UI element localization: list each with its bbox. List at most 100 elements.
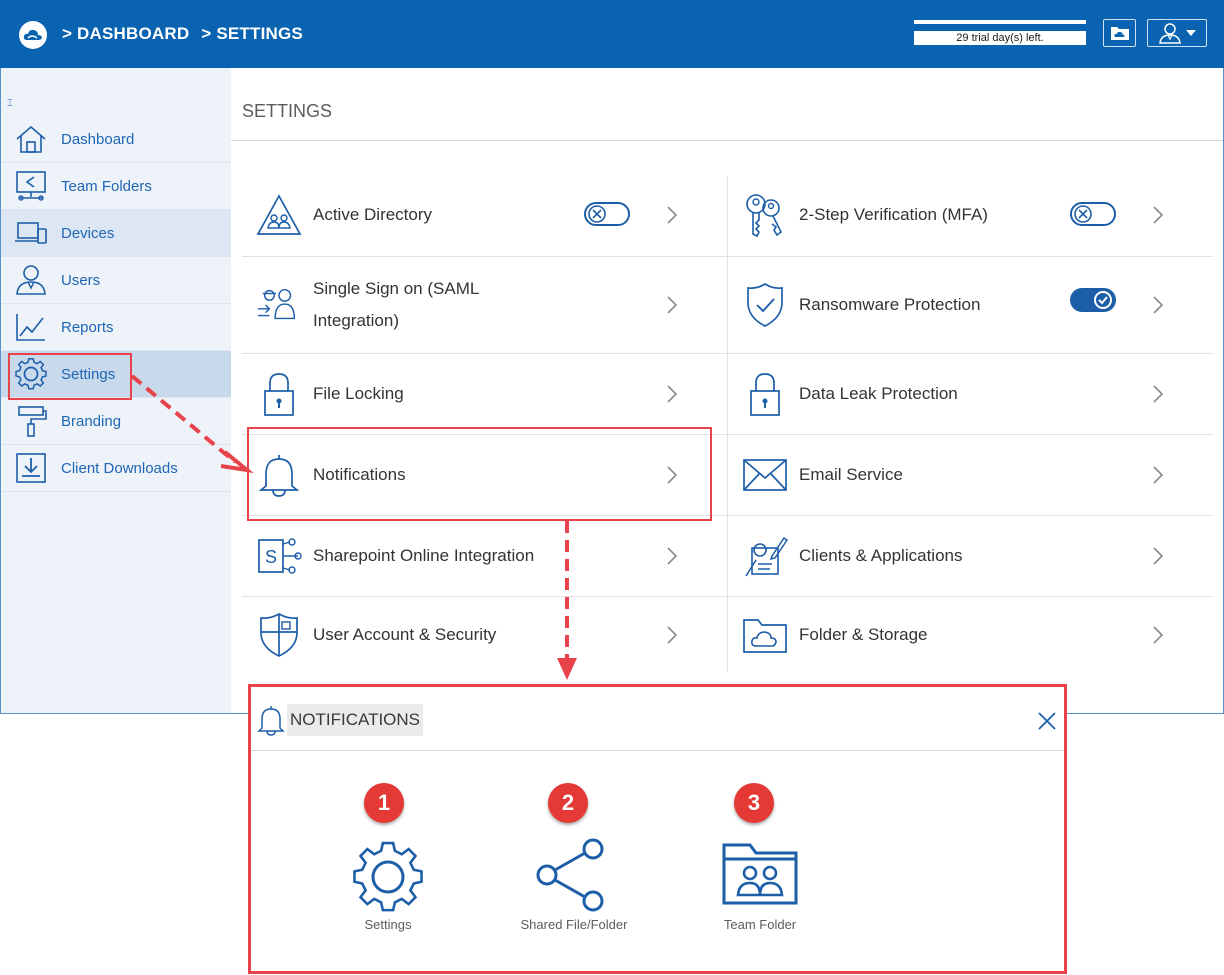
lock-icon xyxy=(264,373,294,416)
card-label: Folder & Storage xyxy=(799,625,928,644)
sidebar-item-label: Devices xyxy=(61,224,115,242)
row-divider xyxy=(242,256,727,257)
chevron-right-icon xyxy=(1153,626,1164,644)
shield-check-icon xyxy=(747,282,783,327)
row-divider xyxy=(728,256,1213,257)
shield-icon xyxy=(260,613,298,657)
step-badge: 2 xyxy=(548,783,588,823)
clients-apps-icon xyxy=(745,536,788,577)
card-label: File Locking xyxy=(313,384,404,403)
active-directory-toggle[interactable] xyxy=(584,202,630,226)
gear-icon xyxy=(353,841,423,912)
notification-item-label: Team Folder xyxy=(723,917,797,932)
settings-card-file-locking[interactable]: File Locking xyxy=(242,359,727,429)
page-title: SETTINGS xyxy=(242,101,333,121)
folder-button[interactable] xyxy=(1103,19,1136,47)
sidebar-item-label: Users xyxy=(61,271,101,289)
chevron-right-icon xyxy=(667,626,678,644)
top-bar: > DASHBOARD > SETTINGS 29 trial day(s) l… xyxy=(0,0,1224,68)
card-label-line2: Integration) xyxy=(313,311,399,330)
card-label: Email Service xyxy=(799,465,903,484)
notifications-panel-header: NOTIFICATIONS xyxy=(251,687,1064,751)
notification-item-shared-file-folder[interactable]: 2 Shared File/Folder xyxy=(489,783,659,943)
share-icon xyxy=(536,838,604,912)
step-badge: 1 xyxy=(364,783,404,823)
chevron-right-icon xyxy=(1153,466,1164,484)
settings-card-sharepoint[interactable]: S Sharepoint Online Integration xyxy=(242,521,727,591)
paint-roller-icon xyxy=(18,406,47,437)
sharepoint-icon: S xyxy=(258,538,302,574)
card-label: Sharepoint Online Integration xyxy=(313,546,535,565)
sidebar-item-branding[interactable]: Branding xyxy=(1,398,231,445)
download-icon xyxy=(16,453,46,483)
cloud-folder-icon xyxy=(743,619,787,653)
mfa-toggle[interactable] xyxy=(1070,202,1116,226)
settings-card-user-account-security[interactable]: User Account & Security xyxy=(242,600,727,670)
reports-chart-icon xyxy=(16,314,45,341)
chevron-right-icon xyxy=(667,296,678,314)
close-icon[interactable] xyxy=(1037,711,1057,731)
trial-days-text: 29 trial day(s) left. xyxy=(914,31,1086,45)
row-divider xyxy=(242,596,727,597)
step-badge: 3 xyxy=(734,783,774,823)
lock-icon xyxy=(750,373,780,416)
settings-card-email-service[interactable]: Email Service xyxy=(728,440,1213,510)
users-icon xyxy=(16,265,46,295)
devices-icon xyxy=(15,222,47,244)
sidebar-item-devices[interactable]: Devices xyxy=(1,210,231,257)
sso-users-icon xyxy=(257,288,296,320)
breadcrumb: > DASHBOARD > SETTINGS xyxy=(62,24,310,44)
active-directory-icon xyxy=(256,194,302,235)
app-logo-icon[interactable] xyxy=(19,21,47,49)
toggle-on-check-icon xyxy=(1094,291,1112,309)
sidebar-item-dashboard[interactable]: Dashboard xyxy=(1,116,231,163)
user-icon xyxy=(1159,23,1181,44)
notification-item-settings[interactable]: 1 Settings xyxy=(303,783,473,943)
sidebar-item-users[interactable]: Users xyxy=(1,257,231,304)
notifications-highlight-box xyxy=(247,427,712,521)
chevron-right-icon xyxy=(667,206,678,224)
sidebar-item-client-downloads[interactable]: Client Downloads xyxy=(1,445,231,492)
team-folder-share-icon xyxy=(16,171,46,201)
notifications-panel-title: NOTIFICATIONS xyxy=(287,704,424,736)
sidebar-item-reports[interactable]: Reports xyxy=(1,304,231,351)
user-menu-button[interactable] xyxy=(1147,19,1207,47)
settings-card-data-leak-protection[interactable]: Data Leak Protection xyxy=(728,359,1213,429)
breadcrumb-dashboard[interactable]: > DASHBOARD xyxy=(62,24,189,43)
settings-card-2fa[interactable]: 2-Step Verification (MFA) xyxy=(728,180,1213,250)
caret-down-icon xyxy=(1186,30,1196,36)
sidebar-item-label: Branding xyxy=(61,412,122,430)
sidebar-collapse-icon[interactable]: ⌶ xyxy=(7,98,13,109)
trial-progress-bar xyxy=(914,20,1086,24)
settings-card-sso[interactable]: Single Sign on (SAML Integration) xyxy=(242,270,727,340)
sidebar-item-team-folders[interactable]: Team Folders xyxy=(1,163,231,210)
toggle-off-icon xyxy=(588,205,606,223)
keys-icon xyxy=(746,194,783,238)
card-label: User Account & Security xyxy=(313,625,497,644)
sidebar-item-label: Client Downloads xyxy=(61,459,178,477)
card-label: Active Directory xyxy=(313,205,433,224)
bell-icon xyxy=(257,706,285,736)
title-divider xyxy=(231,140,1223,141)
settings-card-active-directory[interactable]: Active Directory xyxy=(242,180,727,250)
cloud-folder-icon xyxy=(1110,27,1129,40)
row-divider xyxy=(728,353,1213,354)
notification-item-label: Shared File/Folder xyxy=(520,917,628,932)
settings-card-clients-applications[interactable]: Clients & Applications xyxy=(728,521,1213,591)
settings-card-folder-storage[interactable]: Folder & Storage xyxy=(728,600,1213,670)
row-divider xyxy=(242,353,727,354)
card-label: Clients & Applications xyxy=(799,546,963,565)
toggle-off-icon xyxy=(1074,205,1092,223)
svg-text:S: S xyxy=(265,547,277,567)
app-window: > DASHBOARD > SETTINGS 29 trial day(s) l… xyxy=(0,0,1224,975)
settings-highlight-box xyxy=(8,353,132,400)
chevron-right-icon xyxy=(1153,206,1164,224)
settings-card-ransomware[interactable]: Ransomware Protection xyxy=(728,270,1213,340)
notification-item-team-folder[interactable]: 3 Team Folder xyxy=(675,783,845,943)
notifications-panel: NOTIFICATIONS 1 Settings 2 Shared File/F… xyxy=(248,684,1067,974)
home-icon xyxy=(16,125,46,153)
ransomware-toggle[interactable] xyxy=(1070,288,1116,312)
card-label: Data Leak Protection xyxy=(799,384,958,403)
sidebar-item-label: Reports xyxy=(61,318,114,336)
card-label-line1: Single Sign on (SAML xyxy=(313,279,480,298)
